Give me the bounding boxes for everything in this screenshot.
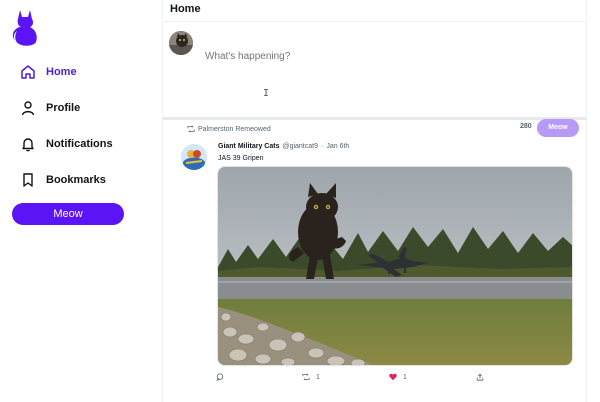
- heart-icon: [389, 373, 397, 381]
- share-button[interactable]: [476, 373, 490, 381]
- sidebar-item-home[interactable]: Home: [20, 60, 77, 84]
- sidebar-item-label: Bookmarks: [46, 174, 106, 186]
- page-title: Home: [170, 3, 201, 15]
- author-avatar[interactable]: [181, 144, 207, 170]
- author-avatar-image: [181, 144, 207, 170]
- profile-icon: [21, 101, 35, 116]
- remeow-indicator: Palmerston Remeowed: [187, 125, 271, 133]
- post-text: JAS 39 Gripen: [218, 155, 264, 162]
- remeow-icon: [302, 373, 310, 381]
- post-actions: 1 1: [163, 373, 586, 387]
- post-image[interactable]: [217, 166, 573, 366]
- reply-icon: [216, 373, 224, 381]
- author-name[interactable]: Giant Military Cats: [218, 143, 279, 150]
- cat-logo-icon[interactable]: [12, 6, 40, 46]
- sidebar-item-label: Notifications: [46, 138, 113, 150]
- sidebar-item-bookmarks[interactable]: Bookmarks: [20, 168, 106, 192]
- sidebar-meow-button[interactable]: Meow: [12, 203, 124, 225]
- user-avatar-image: [169, 31, 193, 55]
- bookmark-icon: [23, 173, 33, 187]
- main-timeline: Home I 280 Meow Palmerston Remeowed: [162, 0, 587, 402]
- sidebar-item-notifications[interactable]: Notifications: [20, 132, 113, 156]
- text-cursor-icon: I: [263, 88, 270, 99]
- sidebar: Home Profile Notifications Bookmarks Meo…: [0, 0, 162, 402]
- bell-icon: [22, 138, 34, 152]
- compose-box: I 280 Meow: [163, 22, 586, 137]
- post-card[interactable]: Palmerston Remeowed Giant Military Cats …: [163, 120, 586, 398]
- remeow-text: Palmerston Remeowed: [198, 125, 271, 133]
- sidebar-item-label: Profile: [46, 102, 81, 114]
- remeow-icon: [187, 125, 195, 133]
- home-icon: [21, 65, 35, 79]
- post-photo: [218, 167, 572, 365]
- post-meta: Giant Military Cats @giantcat9 · Jan 6th: [218, 143, 349, 150]
- sidebar-item-label: Home: [46, 66, 77, 78]
- avatar[interactable]: [169, 31, 193, 55]
- post-date[interactable]: Jan 6th: [326, 143, 349, 150]
- sidebar-item-profile[interactable]: Profile: [20, 96, 80, 120]
- remeow-count: 1: [316, 373, 320, 381]
- like-count: 1: [403, 373, 407, 381]
- compose-input[interactable]: [205, 51, 575, 62]
- share-icon: [476, 373, 484, 381]
- like-button[interactable]: 1: [389, 373, 407, 381]
- reply-button[interactable]: [216, 373, 230, 381]
- timeline-header: Home: [163, 0, 586, 22]
- remeow-button[interactable]: 1: [302, 373, 320, 381]
- meta-separator: ·: [321, 143, 324, 150]
- author-handle[interactable]: @giantcat9: [282, 143, 318, 150]
